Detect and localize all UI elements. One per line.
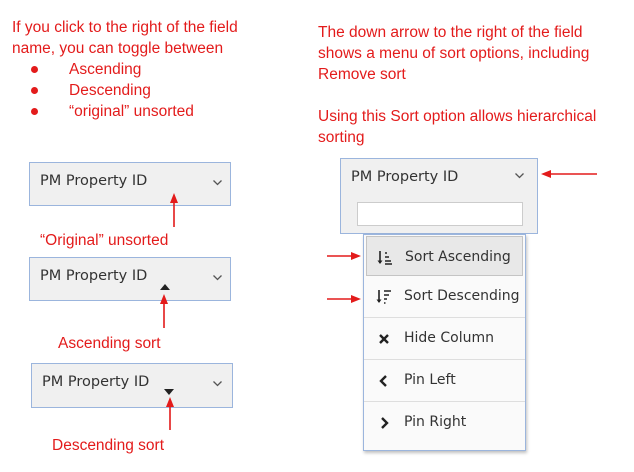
arrow-head-icon (166, 397, 174, 407)
annotation-arrows (160, 170, 597, 430)
arrow-head-icon (351, 295, 361, 303)
arrow-head-icon (541, 170, 551, 178)
arrow-head-icon (170, 193, 178, 203)
arrow-head-icon (160, 294, 168, 304)
arrow-head-icon (351, 252, 361, 260)
